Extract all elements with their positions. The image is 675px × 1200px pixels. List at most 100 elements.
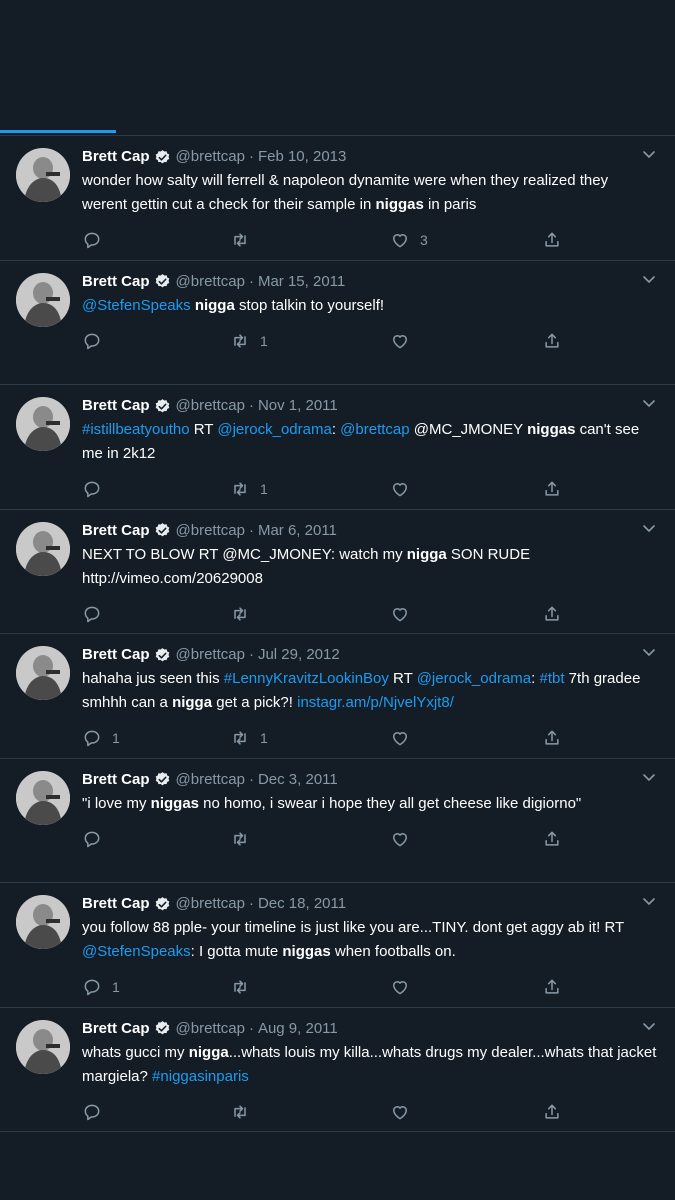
share-button[interactable] bbox=[542, 331, 562, 351]
tweet-link[interactable]: #tbt bbox=[539, 670, 564, 687]
display-name[interactable]: Brett Cap bbox=[82, 271, 150, 293]
tweet[interactable]: Brett Cap @brettcap · Dec 3, 2011 "i lov… bbox=[0, 759, 675, 883]
display-name[interactable]: Brett Cap bbox=[82, 644, 150, 666]
user-handle[interactable]: @brettcap bbox=[176, 395, 245, 417]
chevron-down-icon[interactable] bbox=[641, 146, 657, 162]
separator-dot: · bbox=[248, 397, 254, 414]
like-button[interactable] bbox=[390, 1102, 420, 1122]
share-button[interactable] bbox=[542, 604, 562, 624]
tweet-link[interactable]: #niggasinparis bbox=[152, 1068, 249, 1085]
like-button[interactable] bbox=[390, 479, 420, 499]
user-handle[interactable]: @brettcap bbox=[176, 893, 245, 915]
share-button[interactable] bbox=[542, 728, 562, 748]
retweet-button[interactable]: 1 bbox=[230, 479, 268, 499]
retweet-icon bbox=[234, 233, 246, 247]
tweet-link[interactable]: @jerock_odrama bbox=[417, 670, 531, 687]
avatar[interactable] bbox=[16, 397, 70, 451]
share-icon bbox=[545, 730, 559, 745]
reply-button[interactable] bbox=[82, 829, 112, 849]
tweet-actions bbox=[82, 828, 562, 850]
reply-button[interactable] bbox=[82, 331, 112, 351]
chevron-down-icon[interactable] bbox=[641, 520, 657, 536]
share-button[interactable] bbox=[542, 1102, 562, 1122]
retweet-button[interactable] bbox=[230, 977, 260, 997]
tweet-date[interactable]: Aug 9, 2011 bbox=[258, 1018, 338, 1040]
like-button[interactable] bbox=[390, 331, 420, 351]
retweet-button[interactable] bbox=[230, 230, 260, 250]
retweet-icon bbox=[234, 731, 246, 745]
heart-icon bbox=[393, 832, 407, 846]
share-button[interactable] bbox=[542, 829, 562, 849]
tweet[interactable]: Brett Cap @brettcap · Nov 1, 2011 #istil… bbox=[0, 385, 675, 510]
tweet-link[interactable]: @jerock_odrama bbox=[217, 421, 331, 438]
reply-button[interactable] bbox=[82, 479, 112, 499]
avatar[interactable] bbox=[16, 770, 70, 825]
like-button[interactable] bbox=[390, 604, 420, 624]
user-handle[interactable]: @brettcap bbox=[176, 146, 245, 168]
tweet-link[interactable]: @StefenSpeaks bbox=[82, 297, 191, 314]
chevron-down-icon[interactable] bbox=[641, 395, 657, 411]
avatar[interactable] bbox=[16, 1019, 70, 1074]
avatar[interactable] bbox=[16, 148, 70, 202]
reply-button[interactable]: 1 bbox=[82, 728, 120, 748]
avatar[interactable] bbox=[16, 646, 70, 700]
display-name[interactable]: Brett Cap bbox=[82, 893, 150, 915]
retweet-button[interactable] bbox=[230, 1102, 260, 1122]
tweet-link[interactable]: instagr.am/p/NjvelYxjt8/ bbox=[297, 694, 454, 711]
chevron-down-icon[interactable] bbox=[641, 644, 657, 660]
tweet-link[interactable]: @brettcap bbox=[340, 421, 409, 438]
tweet[interactable]: Brett Cap @brettcap · Mar 6, 2011 NEXT T… bbox=[0, 510, 675, 634]
avatar[interactable] bbox=[16, 521, 70, 576]
tweet-date[interactable]: Mar 6, 2011 bbox=[258, 520, 337, 542]
chevron-down-icon[interactable] bbox=[641, 271, 657, 287]
user-handle[interactable]: @brettcap bbox=[176, 271, 245, 293]
display-name[interactable]: Brett Cap bbox=[82, 146, 150, 168]
like-button[interactable]: 3 bbox=[390, 230, 428, 250]
share-button[interactable] bbox=[542, 977, 562, 997]
reply-button[interactable] bbox=[82, 604, 112, 624]
tweet-text: whats gucci my nigga...whats louis my ki… bbox=[82, 1041, 657, 1089]
retweet-button[interactable] bbox=[230, 604, 260, 624]
chevron-down-icon[interactable] bbox=[641, 1018, 657, 1034]
tweet-date[interactable]: Dec 18, 2011 bbox=[258, 893, 346, 915]
reply-button[interactable] bbox=[82, 1102, 112, 1122]
retweet-button[interactable]: 1 bbox=[230, 331, 268, 351]
retweet-button[interactable]: 1 bbox=[230, 728, 268, 748]
retweet-button[interactable] bbox=[230, 829, 260, 849]
reply-button[interactable] bbox=[82, 230, 112, 250]
like-button[interactable] bbox=[390, 728, 420, 748]
tweet[interactable]: Brett Cap @brettcap · Aug 9, 2011 whats … bbox=[0, 1008, 675, 1132]
tweet-date[interactable]: Nov 1, 2011 bbox=[258, 395, 338, 417]
share-button[interactable] bbox=[542, 479, 562, 499]
tweet-link[interactable]: #istillbeatyoutho bbox=[82, 421, 190, 438]
display-name[interactable]: Brett Cap bbox=[82, 395, 150, 417]
display-name[interactable]: Brett Cap bbox=[82, 520, 150, 542]
user-handle[interactable]: @brettcap bbox=[176, 644, 245, 666]
avatar[interactable] bbox=[16, 895, 70, 949]
tweet-date[interactable]: Feb 10, 2013 bbox=[258, 146, 346, 168]
display-name[interactable]: Brett Cap bbox=[82, 1018, 150, 1040]
tweet-actions bbox=[82, 1101, 562, 1123]
tweet-link[interactable]: @StefenSpeaks bbox=[82, 943, 191, 960]
tweet[interactable]: Brett Cap @brettcap · Mar 15, 2011 @Stef… bbox=[0, 261, 675, 385]
avatar[interactable] bbox=[16, 272, 70, 327]
tweet-link[interactable]: #LennyKravitzLookinBoy bbox=[224, 670, 389, 687]
user-handle[interactable]: @brettcap bbox=[176, 769, 245, 791]
tweet-date[interactable]: Jul 29, 2012 bbox=[258, 644, 340, 666]
reply-button[interactable]: 1 bbox=[82, 977, 120, 997]
tweet-date[interactable]: Mar 15, 2011 bbox=[258, 271, 345, 293]
like-button[interactable] bbox=[390, 829, 420, 849]
tweet[interactable]: Brett Cap @brettcap · Feb 10, 2013 wonde… bbox=[0, 136, 675, 261]
share-button[interactable] bbox=[542, 230, 562, 250]
user-handle[interactable]: @brettcap bbox=[176, 1018, 245, 1040]
tweet[interactable]: Brett Cap @brettcap · Jul 29, 2012 hahah… bbox=[0, 634, 675, 759]
chevron-down-icon[interactable] bbox=[641, 769, 657, 785]
user-handle[interactable]: @brettcap bbox=[176, 520, 245, 542]
chevron-down-icon[interactable] bbox=[641, 893, 657, 909]
tweet-text-bold: nigga bbox=[406, 545, 447, 563]
display-name[interactable]: Brett Cap bbox=[82, 769, 150, 791]
reply-icon bbox=[84, 232, 100, 249]
tweet-date[interactable]: Dec 3, 2011 bbox=[258, 769, 338, 791]
tweet[interactable]: Brett Cap @brettcap · Dec 18, 2011 you f… bbox=[0, 883, 675, 1008]
like-button[interactable] bbox=[390, 977, 420, 997]
